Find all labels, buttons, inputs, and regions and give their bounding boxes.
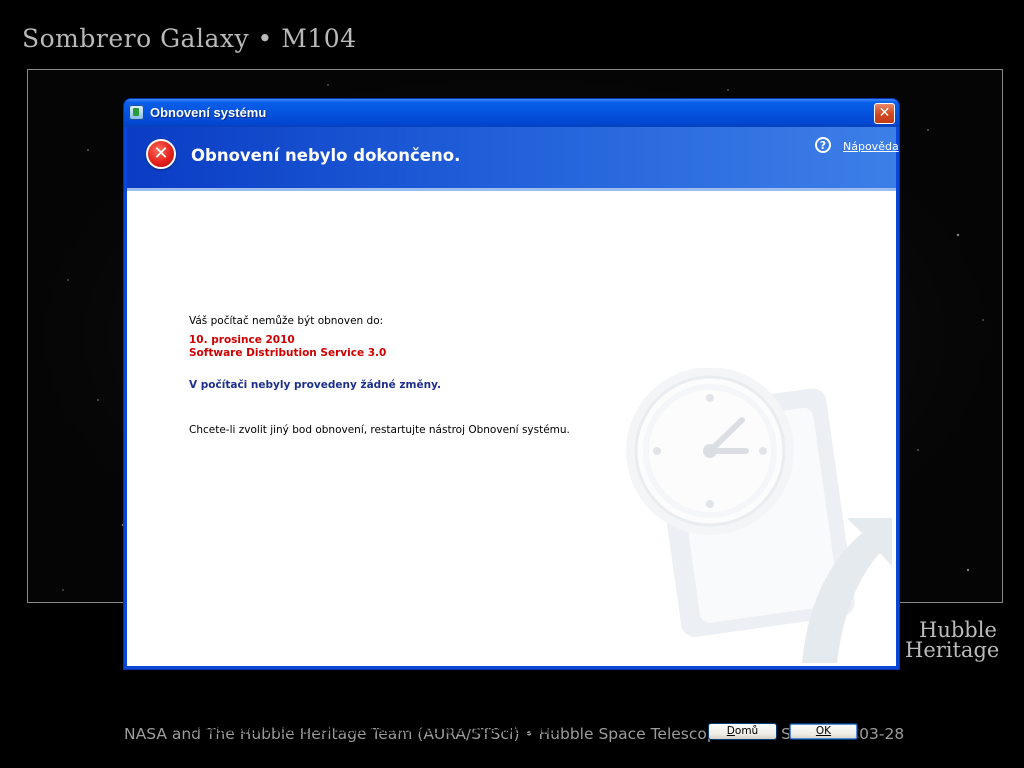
- page-title: Obnovení nebylo dokončeno.: [191, 146, 461, 165]
- title-bar[interactable]: Obnovení systému ✕: [124, 99, 899, 127]
- logo-line1: Hubble: [919, 618, 997, 642]
- close-icon[interactable]: ✕: [874, 103, 895, 124]
- home-button-mnemonic: D: [726, 725, 735, 737]
- home-button[interactable]: Domů: [708, 723, 777, 740]
- wallpaper-title: Sombrero Galaxy • M104: [22, 24, 357, 53]
- restore-date: 10. prosince 2010: [189, 334, 295, 346]
- hint-text: Chcete-li zvolit jiný bod obnovení, rest…: [189, 424, 570, 436]
- help-icon[interactable]: ?: [815, 137, 831, 153]
- footer-text: Chcete-li znovu spustit Obnovení systému…: [189, 725, 560, 737]
- system-restore-icon: [129, 105, 144, 120]
- logo-line2: Heritage: [905, 638, 1000, 662]
- ok-button-label: OK: [815, 725, 832, 737]
- clock-watermark-icon: [626, 368, 892, 663]
- no-changes-text: V počítači nebyly provedeny žádné změny.: [189, 379, 441, 391]
- error-icon: ✕: [146, 139, 176, 169]
- window-client-area: ✕ Obnovení nebylo dokončeno. ? Nápověda: [127, 127, 899, 740]
- home-button-label: omů: [734, 725, 759, 737]
- help-link[interactable]: Nápověda: [843, 140, 899, 153]
- system-restore-window: Obnovení systému ✕ ✕ Obnovení nebylo dok…: [124, 99, 899, 740]
- window-title: Obnovení systému: [150, 105, 267, 120]
- hubble-heritage-logo: Hubble Heritage: [905, 618, 1015, 662]
- ok-button[interactable]: OK: [789, 723, 858, 740]
- intro-text: Váš počítač nemůže být obnoven do:: [189, 315, 384, 327]
- header-banner: ✕ Obnovení nebylo dokončeno. ? Nápověda: [127, 127, 899, 191]
- restore-point-name: Software Distribution Service 3.0: [189, 347, 387, 359]
